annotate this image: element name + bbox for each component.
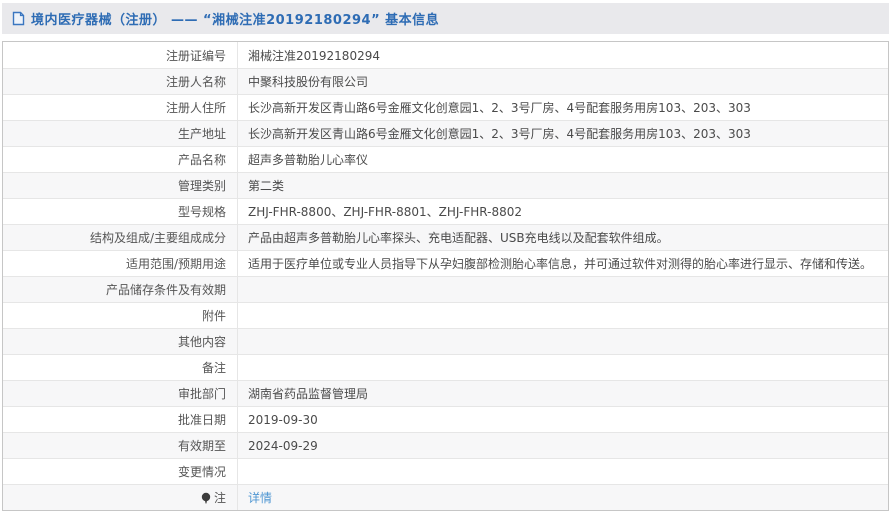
row-value: ZHJ-FHR-8800、ZHJ-FHR-8801、ZHJ-FHR-8802: [248, 205, 522, 219]
table-row-registrant-name: 注册人名称 中聚科技股份有限公司: [3, 68, 888, 94]
table-row-attachments: 附件: [3, 302, 888, 328]
note-balloon-icon: [201, 492, 211, 505]
row-label: 变更情况: [3, 459, 238, 484]
row-value: [238, 277, 888, 302]
row-label: 注册证编号: [3, 42, 238, 68]
table-row-structure-composition: 结构及组成/主要组成成分 产品由超声多普勒胎儿心率探头、充电适配器、USB充电线…: [3, 224, 888, 250]
row-value: 中聚科技股份有限公司: [248, 75, 369, 89]
table-row-registration-number: 注册证编号 湘械注准20192180294: [3, 42, 888, 68]
row-label: 审批部门: [3, 381, 238, 406]
row-label: 有效期至: [3, 433, 238, 458]
row-label: 批准日期: [3, 407, 238, 432]
row-label: 注册人名称: [3, 69, 238, 94]
row-label: 生产地址: [3, 121, 238, 146]
document-icon: [12, 11, 25, 26]
table-row-approval-date: 批准日期 2019-09-30: [3, 406, 888, 432]
row-value: 适用于医疗单位或专业人员指导下从孕妇腹部检测胎心率信息，并可通过软件对测得的胎心…: [248, 257, 873, 271]
row-label: 备注: [3, 355, 238, 380]
table-row-other-content: 其他内容: [3, 328, 888, 354]
row-label: 管理类别: [3, 173, 238, 198]
row-label: 产品储存条件及有效期: [3, 277, 238, 302]
row-label: 注册人住所: [3, 95, 238, 120]
table-row-change-status: 变更情况: [3, 458, 888, 484]
row-label: 适用范围/预期用途: [3, 251, 238, 276]
row-value: [238, 355, 888, 380]
page: 境内医疗器械（注册） —— “湘械注准20192180294” 基本信息 注册证…: [0, 0, 892, 514]
details-link[interactable]: 详情: [248, 489, 272, 506]
row-label: 结构及组成/主要组成成分: [3, 225, 238, 250]
row-value: 湖南省药品监督管理局: [248, 387, 369, 401]
table-row-management-class: 管理类别 第二类: [3, 172, 888, 198]
row-value: 长沙高新开发区青山路6号金雁文化创意园1、2、3号厂房、4号配套服务用房103、…: [248, 127, 751, 141]
table-row-product-name: 产品名称 超声多普勒胎儿心率仪: [3, 146, 888, 172]
table-row-intended-use: 适用范围/预期用途 适用于医疗单位或专业人员指导下从孕妇腹部检测胎心率信息，并可…: [3, 250, 888, 276]
row-value: 产品由超声多普勒胎儿心率探头、充电适配器、USB充电线以及配套软件组成。: [248, 231, 669, 245]
row-value: 第二类: [248, 179, 285, 193]
row-label-text: 注: [213, 491, 226, 505]
row-value: [238, 329, 888, 354]
table-row-production-address: 生产地址 长沙高新开发区青山路6号金雁文化创意园1、2、3号厂房、4号配套服务用…: [3, 120, 888, 146]
row-label: 型号规格: [3, 199, 238, 224]
registration-info-table: 注册证编号 湘械注准20192180294 注册人名称 中聚科技股份有限公司 注…: [2, 41, 889, 511]
page-header: 境内医疗器械（注册） —— “湘械注准20192180294” 基本信息: [2, 3, 889, 34]
table-row-valid-until: 有效期至 2024-09-29: [3, 432, 888, 458]
table-row-note: 注 详情: [3, 484, 888, 510]
row-value: 湘械注准20192180294: [248, 48, 380, 63]
table-row-model-spec: 型号规格 ZHJ-FHR-8800、ZHJ-FHR-8801、ZHJ-FHR-8…: [3, 198, 888, 224]
row-value: [238, 303, 888, 328]
row-label: 其他内容: [3, 329, 238, 354]
row-value: 超声多普勒胎儿心率仪: [248, 153, 369, 167]
table-row-storage-conditions: 产品储存条件及有效期: [3, 276, 888, 302]
table-row-approval-department: 审批部门 湖南省药品监督管理局: [3, 380, 888, 406]
table-row-remarks: 备注: [3, 354, 888, 380]
page-title: 境内医疗器械（注册） —— “湘械注准20192180294” 基本信息: [31, 13, 440, 28]
row-label: 注: [3, 485, 238, 510]
table-row-registrant-address: 注册人住所 长沙高新开发区青山路6号金雁文化创意园1、2、3号厂房、4号配套服务…: [3, 94, 888, 120]
row-label: 附件: [3, 303, 238, 328]
row-value: 2019-09-30: [248, 412, 318, 427]
row-value: 长沙高新开发区青山路6号金雁文化创意园1、2、3号厂房、4号配套服务用房103、…: [248, 101, 751, 115]
row-value: [238, 459, 888, 484]
row-value: 2024-09-29: [248, 438, 318, 453]
row-label: 产品名称: [3, 147, 238, 172]
